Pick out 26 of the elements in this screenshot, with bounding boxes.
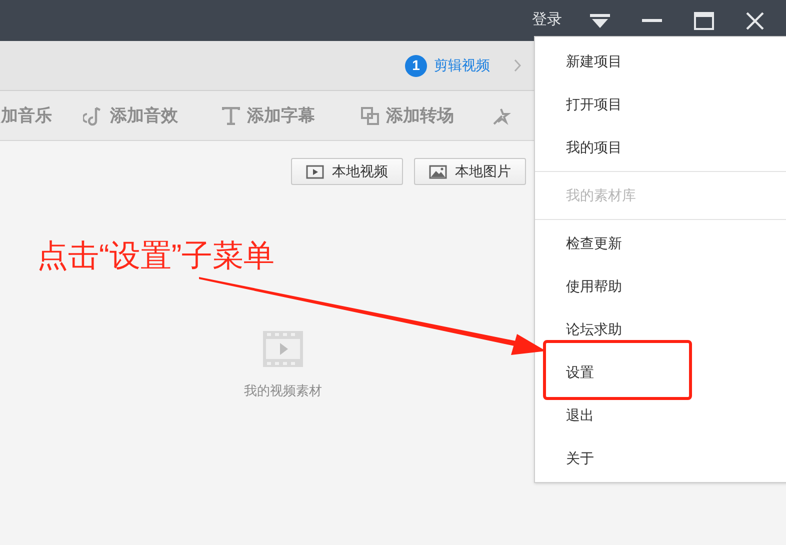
empty-state-text: 我的视频素材: [244, 382, 322, 400]
menu-item[interactable]: 论坛求助: [535, 308, 786, 351]
step-number-badge: 1: [405, 54, 427, 76]
magic-wand-icon: [492, 106, 512, 126]
menu-item[interactable]: 打开项目: [535, 83, 786, 126]
menu-item[interactable]: 退出: [535, 394, 786, 437]
close-icon[interactable]: [746, 12, 764, 30]
chevron-right-icon: [514, 59, 521, 72]
overlap-squares-icon: [361, 106, 379, 124]
dropdown-icon[interactable]: [590, 12, 610, 28]
music-note-icon: [83, 106, 103, 126]
menu-item[interactable]: 设置: [535, 351, 786, 394]
menu-item[interactable]: 检查更新: [535, 222, 786, 265]
maximize-icon[interactable]: [694, 12, 714, 30]
text-t-icon: [222, 106, 240, 124]
film-icon: [263, 331, 303, 367]
import-button[interactable]: 本地图片: [414, 158, 526, 185]
menu-item[interactable]: 使用帮助: [535, 265, 786, 308]
annotation-text: 点击“设置”子菜单: [37, 240, 275, 271]
menu-item[interactable]: 新建项目: [535, 40, 786, 83]
video-file-icon: [306, 164, 324, 178]
menu-item[interactable]: 我的项目: [535, 126, 786, 169]
menu-item[interactable]: 关于: [535, 437, 786, 480]
image-icon: [429, 164, 447, 178]
login-link[interactable]: 登录: [532, 9, 562, 32]
import-button[interactable]: 本地视频: [291, 158, 403, 185]
